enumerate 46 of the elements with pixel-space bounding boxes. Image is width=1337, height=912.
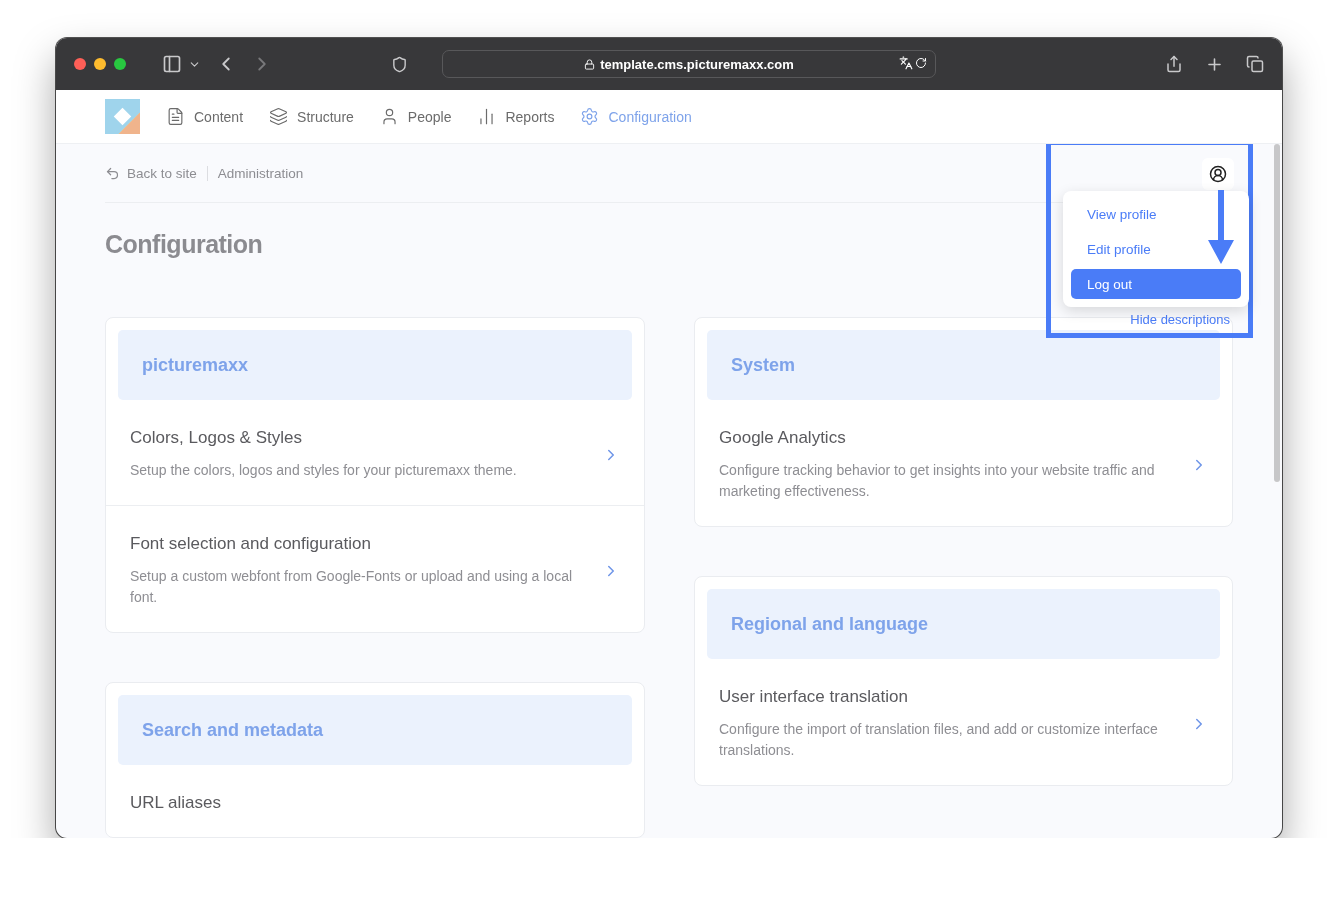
item-title: User interface translation xyxy=(719,687,909,707)
item-description: Setup the colors, logos and styles for your picturemaxx theme. xyxy=(130,461,518,480)
translate-icon[interactable] xyxy=(899,56,913,70)
card-header: System xyxy=(707,330,1220,400)
hide-descriptions-link[interactable]: Hide descriptions xyxy=(1130,312,1230,327)
minimize-button[interactable] xyxy=(94,58,106,70)
config-item[interactable]: Colors, Logos & Styles Setup the colors, logos and styles for your picturemaxx theme. xyxy=(106,400,644,506)
item-title: URL aliases xyxy=(130,793,223,813)
card-header: picturemaxx xyxy=(118,330,632,400)
item-title: Font selection and configuration xyxy=(130,534,372,554)
menu-item[interactable]: Edit profile xyxy=(1071,234,1241,264)
reload-icon[interactable] xyxy=(915,56,927,70)
card-header: Search and metadata xyxy=(118,695,632,765)
item-title: Colors, Logos & Styles xyxy=(130,428,303,448)
page-title: Configuration xyxy=(105,230,263,259)
tabs-icon[interactable] xyxy=(1246,55,1264,73)
nav-tab[interactable]: Structure xyxy=(269,107,354,126)
item-description: Configure tracking behavior to get insights into your website traffic and marketing effectiveness. xyxy=(719,461,1156,501)
profile-button[interactable] xyxy=(1202,158,1234,190)
nav-tab[interactable]: Reports xyxy=(477,107,555,126)
breadcrumb-current: Administration xyxy=(216,165,304,181)
back-to-site-link[interactable]: Back to site xyxy=(105,165,208,181)
share-icon[interactable] xyxy=(1165,55,1183,73)
config-item[interactable]: Google Analytics Configure tracking behavior to get insights into your website traffic and marketing effectiveness. xyxy=(695,400,1232,526)
config-item[interactable]: Font selection and configuration Setup a custom webfont from Google-Fonts or upload and using a local font. xyxy=(106,506,644,632)
menu-item[interactable]: View profile xyxy=(1071,199,1241,229)
nav-tab[interactable]: Content xyxy=(166,107,244,126)
close-button[interactable] xyxy=(74,58,86,70)
sidebar-icon[interactable] xyxy=(162,54,182,74)
back-arrow-icon xyxy=(105,165,120,181)
layers-icon xyxy=(269,107,289,126)
item-description: Setup a custom webfont from Google-Fonts or upload and using a local font. xyxy=(130,567,574,607)
menu-item[interactable]: Log out xyxy=(1071,269,1241,299)
card-header: Regional and language xyxy=(707,589,1220,659)
document-icon xyxy=(166,107,185,126)
gear-icon xyxy=(580,107,600,126)
zoom-button[interactable] xyxy=(114,58,126,70)
address-bar[interactable]: template.cms.picturemaxx.com xyxy=(442,50,936,78)
item-title: Google Analytics xyxy=(719,428,847,448)
lock-icon xyxy=(584,58,596,70)
shield-icon[interactable] xyxy=(391,55,408,73)
user-icon xyxy=(1209,165,1227,183)
config-item[interactable]: User interface translation Configure the import of translation files, and add or customize interface translations. xyxy=(695,659,1232,785)
nav-tab[interactable]: People xyxy=(379,107,452,126)
config-item[interactable]: URL aliases xyxy=(106,765,644,837)
item-description: Configure the import of translation files, and add or customize interface translations. xyxy=(719,720,1159,760)
